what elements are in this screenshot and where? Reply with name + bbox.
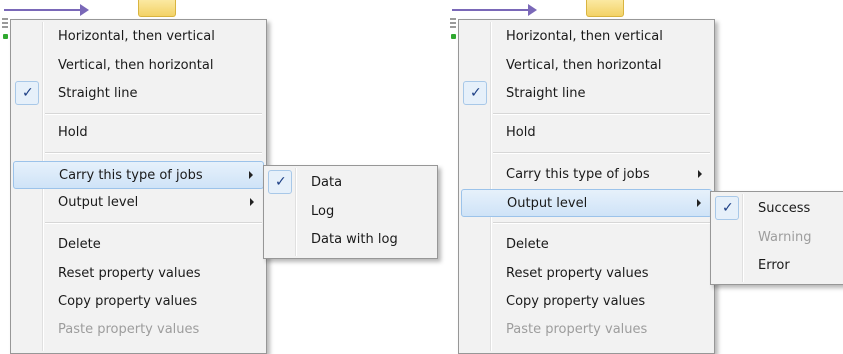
menu-item-label: Reset property values	[58, 266, 201, 281]
node-port-icon	[450, 18, 456, 30]
context-menu-panel-output: Horizontal, then vertical Vertical, then…	[448, 0, 843, 354]
menu-item-label: Paste property values	[58, 322, 200, 337]
menu-separator	[45, 222, 262, 224]
submenu-output-level: ✓ Success Warning Error	[710, 191, 843, 285]
submenu-item-error[interactable]: Error	[713, 252, 843, 280]
menu-item-straight-line[interactable]: ✓ Straight line	[13, 80, 264, 108]
checkmark-icon: ✓	[275, 174, 287, 190]
folder-icon	[138, 0, 176, 17]
menu-item-horizontal-then-vertical[interactable]: Horizontal, then vertical	[13, 23, 264, 51]
menu-item-label: Output level	[58, 195, 139, 210]
menu-item-copy-property-values[interactable]: Copy property values	[13, 288, 264, 316]
menu-item-straight-line[interactable]: ✓ Straight line	[461, 80, 712, 108]
menu-item-carry-this-type-of-jobs[interactable]: Carry this type of jobs	[13, 161, 264, 189]
menu-item-label: Success	[758, 201, 811, 216]
menu-item-label: Carry this type of jobs	[506, 167, 650, 182]
node-status-icon	[451, 34, 456, 39]
menu-item-label: Output level	[507, 196, 588, 211]
menu-item-vertical-then-horizontal[interactable]: Vertical, then horizontal	[13, 52, 264, 80]
menu-item-label: Hold	[506, 125, 536, 140]
checkmark-icon: ✓	[470, 85, 482, 101]
menu-item-label: Delete	[58, 237, 101, 252]
menu-item-label: Copy property values	[58, 294, 198, 309]
menu-item-delete[interactable]: Delete	[13, 231, 264, 259]
connector-line	[452, 9, 530, 11]
menu-item-label: Warning	[758, 230, 812, 245]
menu-item-hold[interactable]: Hold	[13, 119, 264, 147]
submenu-item-success[interactable]: ✓ Success	[713, 195, 843, 223]
submenu-arrow-icon	[249, 171, 253, 179]
menu-item-label: Horizontal, then vertical	[58, 29, 215, 44]
menu-item-label: Straight line	[58, 86, 138, 101]
menu-item-label: Delete	[506, 237, 549, 252]
menu-item-vertical-then-horizontal[interactable]: Vertical, then horizontal	[461, 52, 712, 80]
submenu-item-warning: Warning	[713, 224, 843, 252]
menu-item-output-level[interactable]: Output level	[461, 189, 712, 217]
menu-item-label: Data	[311, 175, 343, 190]
menu-item-label: Vertical, then horizontal	[58, 58, 214, 73]
submenu-carry-jobs: ✓ Data Log Data with log	[263, 165, 438, 259]
menu-item-label: Log	[311, 204, 335, 219]
submenu-item-log[interactable]: Log	[266, 198, 435, 226]
menu-item-label: Straight line	[506, 86, 586, 101]
context-menu: Horizontal, then vertical Vertical, then…	[458, 19, 715, 354]
menu-item-label: Vertical, then horizontal	[506, 58, 662, 73]
connector-arrow-icon	[80, 4, 89, 16]
menu-item-delete[interactable]: Delete	[461, 231, 712, 259]
menu-item-reset-property-values[interactable]: Reset property values	[461, 260, 712, 288]
connector-line	[4, 9, 82, 11]
menu-item-copy-property-values[interactable]: Copy property values	[461, 288, 712, 316]
menu-item-label: Error	[758, 258, 790, 273]
menu-item-paste-property-values: Paste property values	[461, 316, 712, 344]
menu-item-label: Horizontal, then vertical	[506, 29, 663, 44]
menu-separator	[45, 152, 262, 154]
menu-item-label: Paste property values	[506, 322, 648, 337]
submenu-arrow-icon	[250, 198, 254, 206]
folder-icon	[586, 0, 624, 17]
menu-item-horizontal-then-vertical[interactable]: Horizontal, then vertical	[461, 23, 712, 51]
menu-item-carry-this-type-of-jobs[interactable]: Carry this type of jobs	[461, 161, 712, 189]
connector-arrow-icon	[528, 4, 537, 16]
menu-item-reset-property-values[interactable]: Reset property values	[13, 260, 264, 288]
checkmark-icon: ✓	[722, 200, 734, 216]
menu-item-label: Reset property values	[506, 266, 649, 281]
menu-item-label: Copy property values	[506, 294, 646, 309]
submenu-item-data[interactable]: ✓ Data	[266, 169, 435, 197]
menu-item-hold[interactable]: Hold	[461, 119, 712, 147]
context-menu: Horizontal, then vertical Vertical, then…	[10, 19, 267, 354]
menu-item-label: Data with log	[311, 232, 398, 247]
menu-item-output-level[interactable]: Output level	[13, 189, 264, 217]
node-port-icon	[2, 18, 8, 30]
node-status-icon	[3, 34, 8, 39]
menu-item-label: Carry this type of jobs	[59, 168, 203, 183]
menu-separator	[493, 152, 710, 154]
menu-item-paste-property-values: Paste property values	[13, 316, 264, 344]
menu-item-label: Hold	[58, 125, 88, 140]
menu-separator	[493, 113, 710, 115]
checkmark-icon: ✓	[22, 85, 34, 101]
submenu-arrow-icon	[697, 199, 701, 207]
menu-separator	[45, 113, 262, 115]
submenu-arrow-icon	[698, 170, 702, 178]
context-menu-panel-carry: Horizontal, then vertical Vertical, then…	[0, 0, 438, 354]
menu-separator	[493, 222, 710, 224]
submenu-item-data-with-log[interactable]: Data with log	[266, 226, 435, 254]
